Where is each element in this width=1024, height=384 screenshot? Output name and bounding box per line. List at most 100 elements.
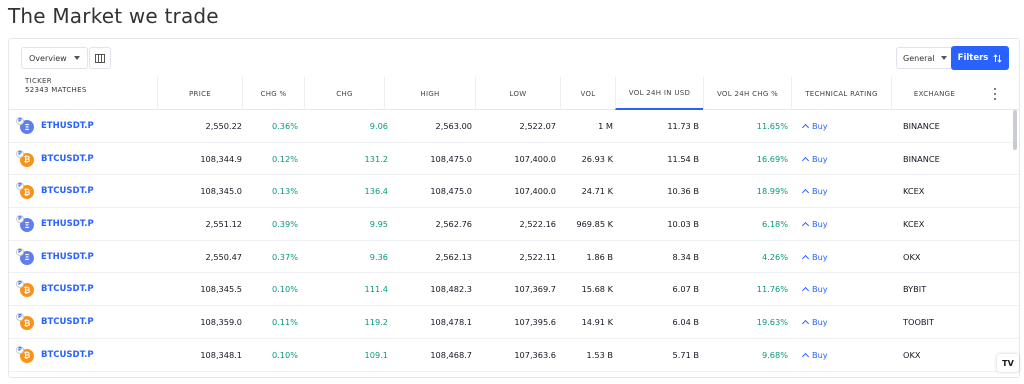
column-header-chg[interactable]: Chg [304,77,384,110]
chg-cell: 9.95 [369,219,388,230]
perpetual-badge-icon: P [16,117,24,125]
coin-icon: P ₿ [16,280,34,298]
low-cell: 2,522.11 [519,251,556,262]
vol-chg-cell: 9.68% [761,349,788,360]
price-cell: 108,348.1 [200,349,242,360]
column-header-label: Vol 24H Chg % [716,89,779,98]
high-cell: 108,475.0 [430,153,472,164]
filters-button[interactable]: Filters [951,46,1009,70]
exchange-cell: BINANCE [903,153,940,164]
table-row[interactable]: PΞ ETHUSDT.P 2,550.22 0.36% 9.06 2,563.0… [9,110,1019,143]
vol-chg-cell: 19.63% [756,317,788,328]
screener-panel: Overview General Filters Ticker 52343 MA… [8,38,1020,378]
chg-cell: 119.2 [364,317,388,328]
column-header-technical-rating[interactable]: Technical Rating [791,77,891,110]
vol-cell: 24.71 K [581,186,613,197]
column-header-vol-24h-chg[interactable]: Vol 24H Chg % [703,77,791,110]
column-header-vol-24h-usd[interactable]: Vol 24H in USD [615,77,703,110]
price-cell: 2,550.47 [205,251,242,262]
price-cell: 108,345.0 [200,186,242,197]
column-header-high[interactable]: High [384,77,475,110]
ticker-symbol[interactable]: ETHUSDT.P [41,208,94,240]
vol-cell: 1.86 B [586,251,613,262]
sort-icon [993,53,1002,63]
ticker-symbol[interactable]: BTCUSDT.P [41,143,94,175]
exchange-cell: BYBIT [903,284,927,295]
vol-usd-cell: 10.03 B [667,219,699,230]
view-select[interactable]: Overview [21,47,88,69]
column-header-low[interactable]: Low [475,77,560,110]
chg-cell: 9.06 [369,121,388,131]
vol-cell: 14.91 K [581,317,613,328]
bitcoin-icon: ₿ [23,187,31,197]
chevron-up-icon [801,156,810,164]
column-header-exchange[interactable]: Exchange [891,77,977,110]
rating-label: Buy [812,121,828,131]
table-row[interactable]: PΞ ETHUSDT.P 2,551.12 0.39% 9.95 2,562.7… [9,208,1019,241]
low-cell: 2,522.07 [519,121,556,131]
chevron-up-icon [801,123,810,132]
coin-icon: PΞ [16,117,34,134]
general-select[interactable]: General [896,47,954,69]
exchange-cell: KCEX [903,219,925,230]
column-header-label: Vol [580,89,596,98]
price-cell: 108,345.5 [200,284,242,295]
table-row[interactable]: P ₿ BTCUSDT.P 108,345.0 0.13% 136.4 108,4… [9,175,1019,209]
table-row[interactable]: P ₿ BTCUSDT.P 108,359.0 0.11% 119.2 108,4… [9,306,1019,339]
coin-icon: PΞ [16,215,34,233]
rating-label: Buy [812,349,828,360]
column-header-label: Low [509,89,527,98]
vol-chg-cell: 6.18% [761,219,788,230]
perpetual-badge-icon: P [16,247,24,256]
rating-label: Buy [812,219,828,230]
chevron-up-icon [801,254,810,262]
high-cell: 108,475.0 [430,186,472,197]
chevron-up-icon [801,352,810,360]
vol-usd-cell: 6.04 B [672,317,699,328]
column-header-label: Ticker [25,77,52,85]
rating-label: Buy [812,153,828,164]
technical-rating: Buy [801,110,828,142]
vol-cell: 969.85 K [576,219,613,230]
vol-chg-cell: 11.65% [756,121,788,131]
technical-rating: Buy [801,241,828,273]
vol-usd-cell: 5.71 B [672,349,699,360]
coin-icon: P ₿ [16,182,34,200]
coin-icon: P ₿ [16,149,34,167]
perpetual-badge-icon: P [16,215,24,224]
high-cell: 108,482.3 [430,284,472,295]
ticker-symbol[interactable]: BTCUSDT.P [41,175,94,207]
table-row[interactable]: P ₿ BTCUSDT.P 108,344.9 0.12% 131.2 108,4… [9,143,1019,176]
ticker-symbol[interactable]: ETHUSDT.P [41,241,94,273]
ticker-symbol[interactable]: BTCUSDT.P [41,306,94,338]
price-cell: 2,551.12 [205,219,242,230]
coin-icon: P ₿ [16,345,34,363]
chg-cell: 111.4 [364,284,388,295]
column-header-vol[interactable]: Vol [560,77,615,110]
exchange-cell: TOOBIT [903,317,934,328]
column-header-label: Vol 24H in USD [628,88,691,97]
chevron-up-icon [801,287,810,295]
chevron-up-icon [801,320,810,328]
scrollbar[interactable] [1013,110,1017,150]
more-options-icon[interactable] [989,87,1001,101]
column-header-price[interactable]: Price [157,77,242,110]
vol-usd-cell: 11.73 B [667,121,699,131]
technical-rating: Buy [801,273,828,305]
table-row[interactable]: P ₿ BTCUSDT.P 108,345.5 0.10% 111.4 108,4… [9,273,1019,307]
column-header-ticker[interactable]: Ticker 52343 MATCHES [9,77,157,110]
ticker-symbol[interactable]: BTCUSDT.P [41,273,94,305]
chevron-up-icon [801,189,810,197]
table-row[interactable]: P ₿ BTCUSDT.P 108,348.1 0.10% 109.1 108,4… [9,339,1019,372]
ticker-symbol[interactable]: ETHUSDT.P [41,110,94,142]
chg-cell: 109.1 [364,349,388,360]
table-row[interactable]: PΞ ETHUSDT.P 2,550.47 0.37% 9.36 2,562.1… [9,241,1019,274]
chg-cell: 9.36 [369,251,388,262]
exchange-cell: KCEX [903,186,925,197]
column-header-label: Chg % [260,89,287,98]
ticker-symbol[interactable]: BTCUSDT.P [41,339,94,371]
column-header-chg-pct[interactable]: Chg % [242,77,304,110]
column-layout-button[interactable] [89,47,111,69]
bitcoin-icon: ₿ [23,318,31,328]
price-cell: 108,344.9 [200,153,242,164]
